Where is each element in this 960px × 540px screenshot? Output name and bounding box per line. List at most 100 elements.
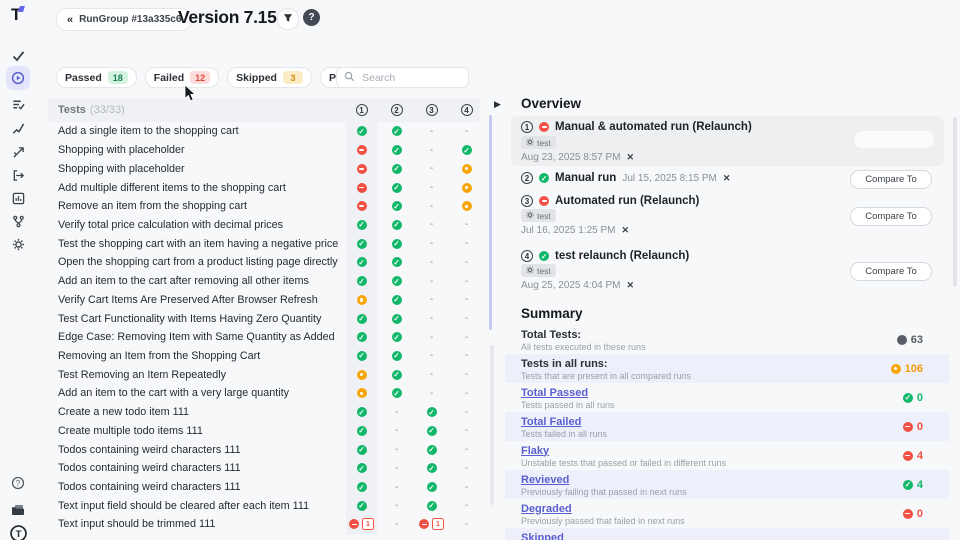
remove-run-icon[interactable]: ✕ [622, 225, 630, 236]
comment-count-badge[interactable]: 1 [432, 518, 444, 530]
compare-to-button[interactable]: Compare To [850, 207, 932, 226]
table-row[interactable]: Edge Case: Removing Item with Same Quant… [48, 328, 480, 347]
summary-row[interactable]: RevievedPreviously failing that passed i… [505, 470, 949, 499]
remove-run-icon[interactable]: ✕ [627, 152, 635, 163]
summary-row[interactable]: Tests in all runs:Tests that are present… [505, 354, 949, 383]
run-item-2[interactable]: 2Manual runJul 15, 2025 8:15 PM✕Compare … [511, 170, 944, 190]
status-cell: - [414, 347, 450, 366]
column-header-3[interactable]: 3 [426, 104, 438, 116]
ghost-action-button[interactable] [854, 131, 934, 148]
sidebar-item-reports[interactable] [6, 186, 30, 210]
summary-link[interactable]: Flaky [521, 445, 549, 457]
run-item-4[interactable]: 4test relaunch (Relaunch)testAug 25, 202… [511, 250, 944, 296]
run-number: 4 [521, 250, 533, 262]
table-row[interactable]: Create multiple todo items 111-- [48, 422, 480, 441]
filter-chip-skipped[interactable]: Skipped3 [227, 67, 312, 88]
comment-count-badge[interactable]: 1 [362, 518, 374, 530]
passed-status-icon [357, 407, 367, 417]
sidebar-item-suites[interactable] [6, 92, 30, 116]
status-cell: - [449, 272, 485, 291]
run-item-1[interactable]: 1Manual & automated run (Relaunch)testAu… [511, 116, 944, 166]
filter-chip-failed[interactable]: Failed12 [145, 67, 219, 88]
sidebar-item-pulse[interactable] [6, 116, 30, 140]
compare-to-button[interactable]: Compare To [850, 170, 932, 189]
summary-row[interactable]: DegradedPreviously passed that failed in… [505, 499, 949, 528]
sidebar-item-runs[interactable] [6, 66, 30, 90]
run-item-3[interactable]: 3Automated run (Relaunch)testJul 16, 202… [511, 195, 944, 241]
table-row[interactable]: Todos containing weird characters 111-- [48, 440, 480, 459]
remove-run-icon[interactable]: ✕ [627, 280, 635, 291]
summary-subtitle: Tests that are present in all compared r… [521, 371, 691, 381]
sidebar-item-help[interactable]: ? [6, 471, 30, 495]
table-row[interactable]: Verify Cart Items Are Preserved After Br… [48, 290, 480, 309]
table-row[interactable]: Test Removing an Item Repeatedly-- [48, 365, 480, 384]
empty-status: - [395, 444, 398, 455]
run-date-line: Aug 25, 2025 4:04 PM✕ [521, 280, 634, 291]
table-row[interactable]: Verify total price calculation with deci… [48, 216, 480, 235]
test-name: Todos containing weird characters 111 [58, 444, 241, 456]
table-row[interactable]: Add an item to the cart with a very larg… [48, 384, 480, 403]
summary-row[interactable]: Skipped [505, 528, 949, 540]
panel-scroll-track[interactable] [490, 345, 494, 505]
table-row[interactable]: Test the shopping cart with an item havi… [48, 234, 480, 253]
passed-status-icon [392, 314, 402, 324]
sidebar-item-branches[interactable] [6, 209, 30, 233]
table-row[interactable]: Todos containing weird characters 111-- [48, 478, 480, 497]
run-status-icon [539, 173, 549, 183]
summary-link[interactable]: Total Passed [521, 387, 588, 399]
summary-link[interactable]: Total Failed [521, 416, 581, 428]
table-row[interactable]: Todos containing weird characters 111-- [48, 459, 480, 478]
column-header-1[interactable]: 1 [356, 104, 368, 116]
passed-status-icon [392, 295, 402, 305]
collapse-panel-icon[interactable]: ▶ [494, 99, 501, 110]
column-header-2[interactable]: 2 [391, 104, 403, 116]
passed-status-icon [392, 201, 402, 211]
app-logo[interactable]: T [11, 5, 21, 25]
table-row[interactable]: Add a single item to the shopping cart-- [48, 122, 480, 141]
summary-count: 0 [903, 383, 923, 412]
column-header-4[interactable]: 4 [461, 104, 473, 116]
table-row[interactable]: Remove an item from the shopping cart- [48, 197, 480, 216]
help-button[interactable]: ? [303, 9, 320, 26]
test-name: Remove an item from the shopping cart [58, 200, 247, 212]
table-row[interactable]: Text input should be trimmed 1111-1- [48, 515, 480, 534]
table-row[interactable]: Shopping with placeholder- [48, 141, 480, 160]
test-name: Shopping with placeholder [58, 144, 185, 156]
summary-link[interactable]: Degraded [521, 503, 572, 515]
sidebar-item-projects[interactable] [6, 498, 30, 522]
empty-status: - [395, 482, 398, 493]
filter-button[interactable] [277, 8, 299, 30]
empty-status: - [430, 332, 433, 343]
sidebar-item-profile[interactable]: T [6, 521, 30, 540]
empty-status: - [430, 294, 433, 305]
summary-row[interactable]: Total Tests:All tests executed in these … [505, 325, 949, 354]
sidebar-item-analytics[interactable] [6, 140, 30, 164]
table-row[interactable]: Test Cart Functionality with Items Havin… [48, 309, 480, 328]
remove-run-icon[interactable]: ✕ [723, 173, 731, 184]
sidebar-item-tasks[interactable] [6, 44, 30, 68]
search-input[interactable] [360, 71, 461, 85]
table-row[interactable]: Open the shopping cart from a product li… [48, 253, 480, 272]
summary-row[interactable]: Total PassedTests passed in all runs0 [505, 383, 949, 412]
summary-link[interactable]: Revieved [521, 474, 569, 486]
status-cell: - [449, 290, 485, 309]
table-row[interactable]: Shopping with placeholder- [48, 159, 480, 178]
table-row[interactable]: Add multiple different items to the shop… [48, 178, 480, 197]
table-row[interactable]: Add an item to the cart after removing a… [48, 272, 480, 291]
panel-scrollbar[interactable] [953, 117, 957, 287]
table-row[interactable]: Text input field should be cleared after… [48, 496, 480, 515]
sidebar-item-import[interactable] [6, 163, 30, 187]
compare-to-button[interactable]: Compare To [850, 262, 932, 281]
table-row[interactable]: Create a new todo item 111-- [48, 403, 480, 422]
passed-status-icon [357, 501, 367, 511]
panel-resize-handle[interactable] [489, 115, 492, 330]
table-row[interactable]: Removing an Item from the Shopping Cart -… [48, 347, 480, 366]
back-to-rungroup-button[interactable]: « RunGroup #13a335c6 [56, 8, 192, 31]
passed-status-icon [392, 276, 402, 286]
summary-link[interactable]: Skipped [521, 532, 564, 540]
sidebar-item-settings[interactable] [6, 232, 30, 256]
summary-row[interactable]: FlakyUnstable tests that passed or faile… [505, 441, 949, 470]
test-name: Removing an Item from the Shopping Cart [58, 350, 260, 362]
filter-chip-passed[interactable]: Passed18 [56, 67, 137, 88]
summary-row[interactable]: Total FailedTests failed in all runs0 [505, 412, 949, 441]
